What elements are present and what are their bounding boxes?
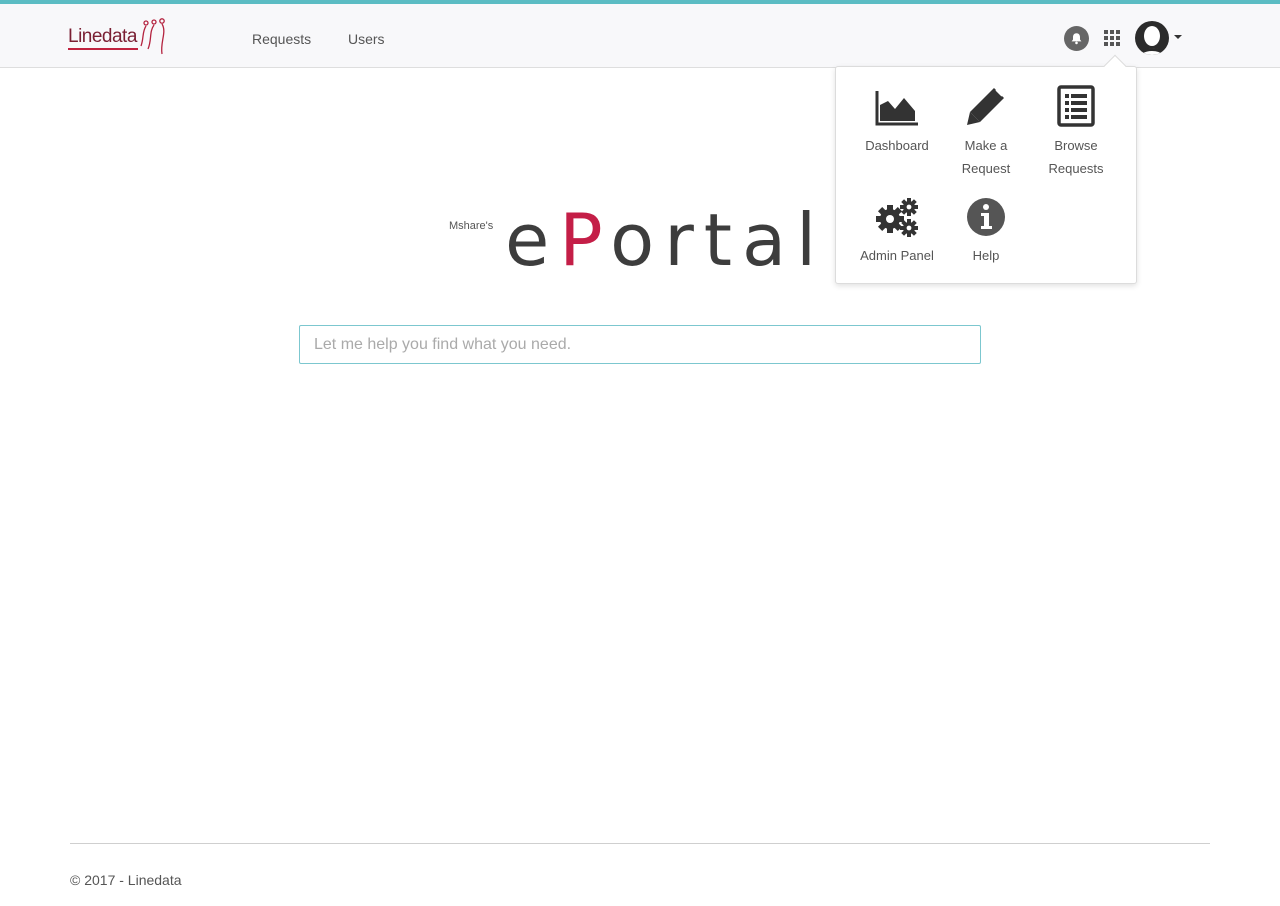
app-item-browse-requests[interactable]: Browse Requests xyxy=(1033,83,1119,180)
logo-figures-icon xyxy=(140,18,165,55)
search-input[interactable] xyxy=(299,325,981,364)
area-chart-icon xyxy=(875,91,918,126)
user-avatar-icon xyxy=(1138,26,1166,55)
user-avatar[interactable] xyxy=(1135,21,1169,55)
app-item-label: Dashboard xyxy=(865,138,929,153)
bell-icon xyxy=(1071,33,1082,45)
app-item-label: Help xyxy=(972,248,1000,263)
brand-owner: Mshare's xyxy=(449,220,494,232)
user-menu-caret-icon[interactable] xyxy=(1174,35,1182,39)
app-item-label: Browse Requests xyxy=(1048,138,1104,176)
app-item-make-request[interactable]: Make a Request xyxy=(943,83,1029,180)
apps-dropdown-menu: Dashboard Make a Request Browse Requests… xyxy=(835,66,1137,284)
info-icon xyxy=(967,198,1005,236)
apps-menu-button[interactable] xyxy=(1104,30,1120,46)
brand-title-accent: P xyxy=(559,198,611,282)
nav-users[interactable]: Users xyxy=(348,31,385,47)
brand-title-rest: ortal xyxy=(610,198,827,282)
gears-icon xyxy=(876,198,918,237)
app-item-label: Make a Request xyxy=(961,138,1011,176)
logo-underline xyxy=(68,48,138,50)
app-item-admin-panel[interactable]: Admin Panel xyxy=(854,193,940,267)
app-item-help[interactable]: Help xyxy=(943,193,1029,267)
nav-requests[interactable]: Requests xyxy=(252,31,311,47)
pencil-icon xyxy=(967,88,1004,125)
brand-title: ePortal xyxy=(505,192,826,288)
brand-title-first: e xyxy=(505,198,560,282)
footer-divider xyxy=(70,843,1210,844)
apps-grid-icon xyxy=(1104,30,1120,46)
app-item-dashboard[interactable]: Dashboard xyxy=(854,83,940,157)
logo-text: Linedata xyxy=(68,26,137,47)
notifications-button[interactable] xyxy=(1064,26,1089,51)
linedata-logo[interactable]: Linedata xyxy=(68,18,168,58)
list-icon xyxy=(1057,85,1095,127)
footer-copyright: © 2017 - Linedata xyxy=(70,872,182,888)
app-item-label: Admin Panel xyxy=(860,248,934,263)
top-navbar: Linedata Requests Users xyxy=(0,0,1280,68)
